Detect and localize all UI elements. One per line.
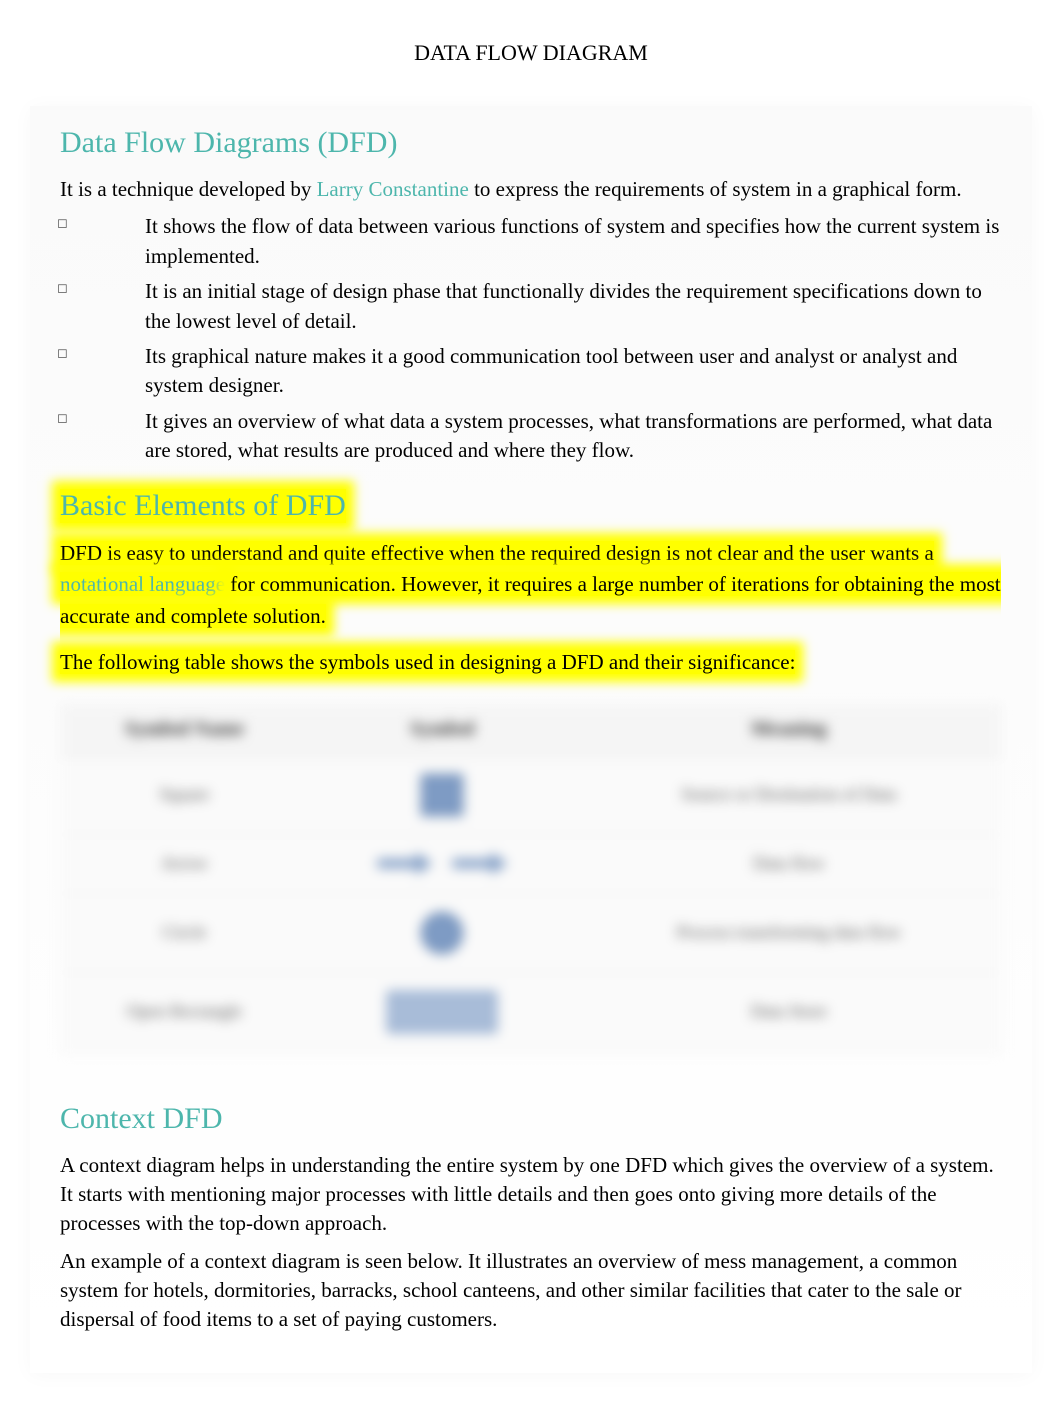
table-header: Meaning	[576, 704, 1002, 756]
symbol-cell	[309, 756, 576, 835]
link-larry-constantine[interactable]: Larry Constantine	[317, 177, 469, 201]
bullet-item: Its graphical nature makes it a good com…	[60, 342, 1002, 401]
basic-elements-para2: The following table shows the symbols us…	[60, 650, 795, 674]
table-row: Square Source or Destination of Data	[60, 756, 1002, 835]
section-heading-context-dfd: Context DFD	[60, 1082, 1002, 1136]
table-row: Circle Process transforming data flow	[60, 894, 1002, 973]
symbol-cell	[309, 835, 576, 894]
table-header: Symbol Name	[60, 704, 309, 756]
table-row: Arrow Data flow	[60, 835, 1002, 894]
symbols-table: Symbol Name Symbol Meaning Square Source…	[60, 704, 1002, 1052]
arrow-icon	[323, 853, 562, 875]
context-para2: An example of a context diagram is seen …	[60, 1247, 1002, 1335]
meaning-cell: Process transforming data flow	[576, 894, 1002, 973]
intro-text-before: It is a technique developed by	[60, 177, 317, 201]
table-row: Open Rectangle Data Store	[60, 973, 1002, 1052]
link-notational-language[interactable]: notational language	[60, 572, 225, 596]
symbol-cell	[309, 973, 576, 1052]
symbol-name-cell: Arrow	[60, 835, 309, 894]
page-title: DATA FLOW DIAGRAM	[30, 40, 1032, 66]
table-header: Symbol	[309, 704, 576, 756]
context-para1: A context diagram helps in understanding…	[60, 1151, 1002, 1239]
bullet-item: It gives an overview of what data a syst…	[60, 407, 1002, 466]
meaning-cell: Source or Destination of Data	[576, 756, 1002, 835]
symbol-name-cell: Circle	[60, 894, 309, 973]
bullet-item: It is an initial stage of design phase t…	[60, 277, 1002, 336]
symbol-cell	[309, 894, 576, 973]
bullet-item: It shows the flow of data between variou…	[60, 212, 1002, 271]
meaning-cell: Data Store	[576, 973, 1002, 1052]
symbol-name-cell: Open Rectangle	[60, 973, 309, 1052]
intro-paragraph: It is a technique developed by Larry Con…	[60, 175, 1002, 204]
basic-elements-para1-before: DFD is easy to understand and quite effe…	[60, 541, 934, 565]
open-rectangle-icon	[387, 991, 497, 1033]
content-container: Data Flow Diagrams (DFD) It is a techniq…	[30, 106, 1032, 1373]
section-heading-basic-elements: Basic Elements of DFD	[60, 489, 346, 523]
circle-icon	[421, 912, 463, 954]
symbol-name-cell: Square	[60, 756, 309, 835]
intro-text-after: to express the requirements of system in…	[469, 177, 962, 201]
square-icon	[421, 774, 463, 816]
table-header-row: Symbol Name Symbol Meaning	[60, 704, 1002, 756]
section-heading-dfd: Data Flow Diagrams (DFD)	[60, 106, 1002, 160]
bullet-list: It shows the flow of data between variou…	[60, 212, 1002, 465]
meaning-cell: Data flow	[576, 835, 1002, 894]
